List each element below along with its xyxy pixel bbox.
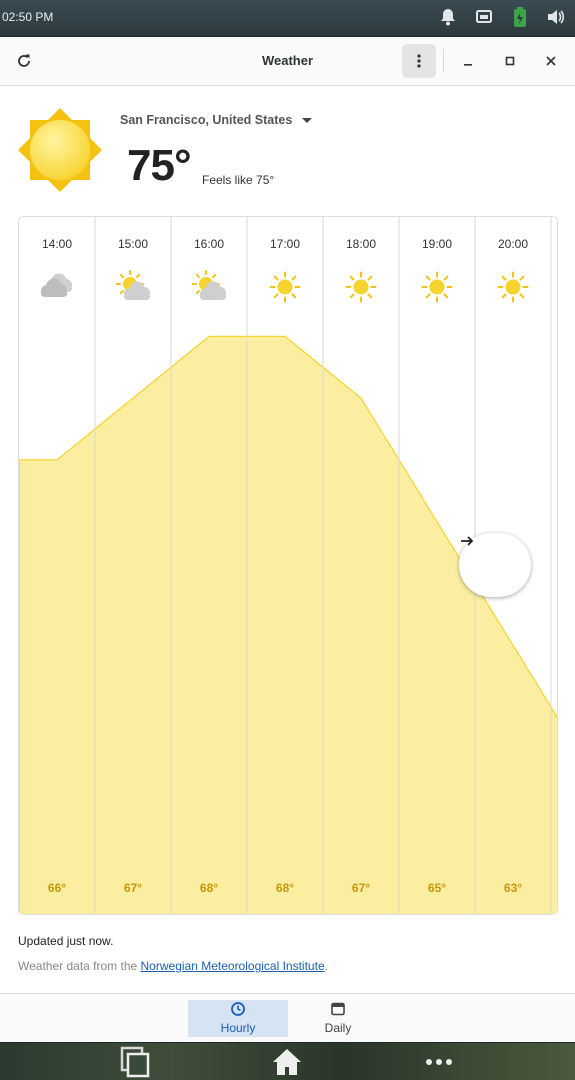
tab-daily-label: Daily (324, 1021, 352, 1035)
bell-icon[interactable] (437, 6, 459, 28)
more-icon[interactable] (421, 1046, 457, 1078)
temperature-area (19, 335, 557, 914)
temperature-label: 66° (48, 881, 66, 895)
hour-label: 16:00 (194, 237, 224, 251)
home-icon[interactable] (269, 1046, 305, 1078)
network-icon[interactable] (473, 6, 495, 28)
tab-daily[interactable]: Daily (288, 1000, 388, 1037)
partly-cloudy-icon (192, 270, 226, 300)
temperature-label: 63° (504, 881, 522, 895)
maximize-icon (505, 56, 515, 66)
view-switcher: Hourly Daily (0, 993, 575, 1042)
hourly-forecast-panel[interactable]: 14:00 66° 15:00 67° 16:00 68° 17:00 68° 18:00 67°… (18, 216, 558, 915)
tab-hourly-label: Hourly (220, 1021, 256, 1035)
hour-label: 14:00 (42, 237, 72, 251)
data-source: Weather data from the Norwegian Meteorol… (18, 959, 328, 973)
temperature-label: 67° (352, 881, 370, 895)
menu-icon (417, 54, 421, 68)
hour-label: 20:00 (498, 237, 528, 251)
hour-label: 15:00 (118, 237, 148, 251)
volume-icon[interactable] (545, 6, 567, 28)
minimize-icon (464, 64, 472, 66)
temperature-label: 68° (276, 881, 294, 895)
windows-icon[interactable] (116, 1046, 152, 1078)
temperature-label: 65° (428, 881, 446, 895)
temperature-label: 67° (124, 881, 142, 895)
temperature-label: 68° (200, 881, 218, 895)
source-prefix: Weather data from the (18, 959, 141, 973)
sun-icon (269, 271, 301, 303)
minimize-button[interactable] (451, 44, 485, 78)
current-temperature: 75° (127, 141, 192, 190)
arrow-right-icon (461, 536, 474, 546)
hour-label: 17:00 (270, 237, 300, 251)
maximize-button[interactable] (493, 44, 527, 78)
partly-cloudy-icon (116, 270, 150, 300)
current-conditions: San Francisco, United States 75° Feels l… (0, 86, 575, 216)
menu-button[interactable] (402, 44, 436, 78)
hour-label: 19:00 (422, 237, 452, 251)
battery-icon[interactable] (509, 6, 531, 28)
location-selector[interactable]: San Francisco, United States (120, 113, 292, 127)
system-bar: 02:50 PM (0, 0, 575, 36)
tab-hourly[interactable]: Hourly (188, 1000, 288, 1037)
source-link[interactable]: Norwegian Meteorological Institute (141, 959, 325, 973)
source-suffix: . (324, 959, 328, 973)
calendar-icon (331, 1002, 345, 1016)
sun-icon (345, 271, 377, 303)
window-title: Weather (261, 53, 314, 68)
scroll-next-button[interactable] (459, 533, 531, 597)
clock-time: 02:50 PM (2, 10, 54, 24)
sun-icon (18, 108, 102, 192)
chevron-down-icon[interactable] (302, 118, 312, 123)
clock-icon (231, 1002, 245, 1016)
system-tray (437, 6, 567, 28)
close-icon (546, 56, 556, 66)
sun-icon (421, 271, 453, 303)
weather-window: Weather San Francisco, United States 75°… (0, 37, 575, 1042)
close-button[interactable] (534, 44, 568, 78)
hour-label: 18:00 (346, 237, 376, 251)
sun-icon (497, 271, 529, 303)
cloud-icon (41, 273, 72, 297)
updated-status: Updated just now. (18, 934, 114, 948)
bottom-dock (0, 1043, 575, 1080)
feels-like: Feels like 75° (202, 173, 275, 187)
header-bar: Weather (0, 37, 575, 86)
header-separator (443, 49, 444, 73)
